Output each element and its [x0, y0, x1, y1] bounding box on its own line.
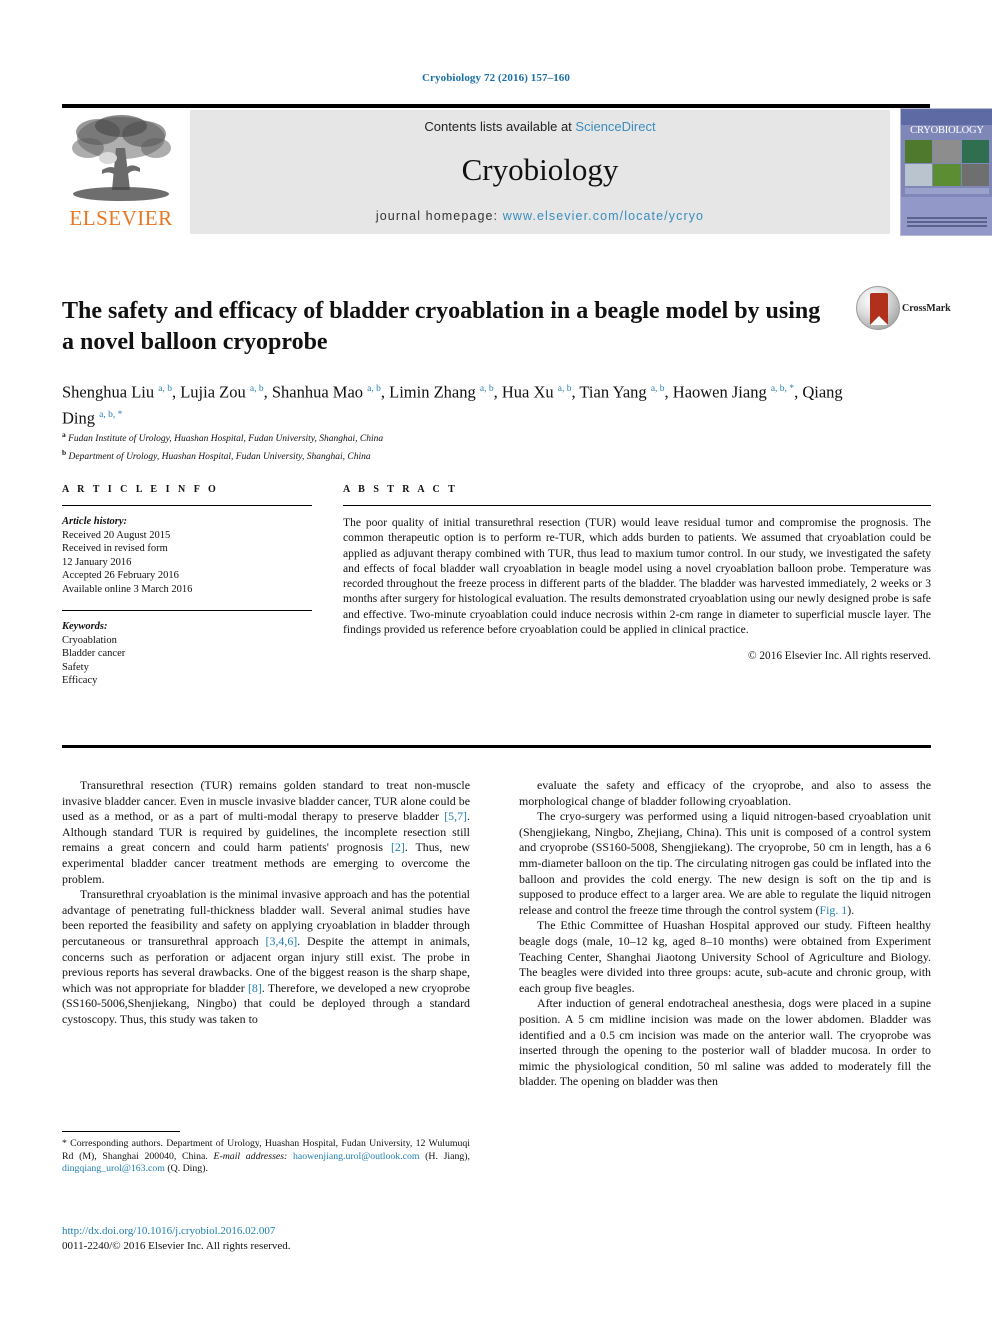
abstract-text: The poor quality of initial transurethra…: [343, 516, 931, 637]
crossmark-badge[interactable]: CrossMark: [856, 286, 951, 332]
article-info-rule: [62, 505, 312, 506]
cover-lower-panel: [901, 197, 992, 235]
cover-strip: [905, 188, 989, 194]
cover-cell: [961, 163, 989, 186]
issn-copyright-line: 0011-2240/© 2016 Elsevier Inc. All right…: [62, 1239, 291, 1252]
doi-block: http://dx.doi.org/10.1016/j.cryobiol.201…: [62, 1224, 492, 1253]
elsevier-tree-icon: [72, 115, 171, 201]
footnote-rule: [62, 1131, 180, 1132]
paper-page: Cryobiology 72 (2016) 157–160 ELSEVIER C…: [0, 0, 992, 1323]
citation-ref[interactable]: [5,7]: [444, 809, 467, 823]
history-item: Available online 3 March 2016: [62, 583, 193, 595]
email-addresses-label: E-mail addresses:: [213, 1150, 288, 1162]
article-history-label: Article history:: [62, 516, 128, 527]
body-paragraph: evaluate the safety and efficacy of the …: [519, 778, 931, 808]
body-paragraph: Transurethral resection (TUR) remains go…: [62, 778, 470, 886]
body-column-left: Transurethral resection (TUR) remains go…: [62, 778, 470, 1028]
body-paragraph: The Ethic Committee of Huashan Hospital …: [519, 918, 931, 995]
contents-band: Contents lists available at ScienceDirec…: [190, 110, 890, 234]
history-item: Received 20 August 2015: [62, 529, 171, 541]
masthead-top-rule: [62, 104, 930, 108]
affiliation-marker: b: [62, 448, 67, 458]
cover-cell: [933, 163, 961, 186]
crossmark-label: CrossMark: [902, 303, 951, 314]
article-history: Article history: Received 20 August 2015…: [62, 515, 312, 596]
body-paragraph: Transurethral cryoablation is the minima…: [62, 887, 470, 1026]
journal-title: Cryobiology: [461, 152, 619, 187]
abstract-copyright: © 2016 Elsevier Inc. All rights reserved…: [747, 650, 931, 663]
abstract-heading: A B S T R A C T: [343, 484, 458, 495]
cover-top-bar: [901, 109, 992, 125]
email-link-2[interactable]: dingqiang_urol@163.com: [62, 1163, 165, 1174]
citation-ref[interactable]: [8]: [248, 981, 262, 995]
cover-image-grid: [905, 140, 989, 186]
keywords-label: Keywords:: [62, 621, 108, 632]
affiliation-list: a Fudan Institute of Urology, Huashan Ho…: [62, 428, 762, 464]
contents-prefix: Contents lists available at: [424, 119, 576, 134]
keyword-item: Bladder cancer: [62, 648, 126, 659]
keywords-rule: [62, 610, 312, 611]
footnote-block: * Corresponding authors. Department of U…: [62, 1138, 470, 1176]
cover-cell: [905, 140, 933, 163]
journal-homepage-line: journal homepage: www.elsevier.com/locat…: [190, 209, 890, 223]
body-paragraph: The cryo-surgery was performed using a l…: [519, 809, 931, 917]
keywords-block: Keywords: Cryoablation Bladder cancer Sa…: [62, 620, 312, 688]
keyword-item: Safety: [62, 661, 89, 673]
article-info-column: A R T I C L E I N F O Article history: R…: [62, 484, 312, 688]
elsevier-logo: ELSEVIER: [62, 110, 180, 234]
history-item: Accepted 26 February 2016: [62, 570, 179, 581]
affiliation-item: b Department of Urology, Huashan Hospita…: [62, 446, 762, 464]
citation-ref[interactable]: [2]: [391, 840, 405, 854]
crossmark-book-icon: [870, 293, 888, 325]
elsevier-wordmark: ELSEVIER: [69, 206, 173, 230]
running-head: Cryobiology 72 (2016) 157–160: [421, 72, 571, 84]
homepage-prefix: journal homepage:: [375, 209, 503, 223]
affiliation-text: Fudan Institute of Urology, Huashan Hosp…: [68, 434, 384, 445]
history-item: Received in revised form: [62, 543, 168, 554]
abstract-rule: [343, 505, 931, 506]
article-info-heading: A R T I C L E I N F O: [62, 484, 219, 495]
abstract-column: A B S T R A C T The poor quality of init…: [343, 484, 931, 662]
cover-title-text: CRYOBIOLOGY: [910, 125, 984, 136]
email-owner-2: (Q. Ding).: [167, 1163, 208, 1175]
keyword-item: Efficacy: [62, 675, 98, 686]
body-column-right: evaluate the safety and efficacy of the …: [519, 778, 931, 1090]
journal-masthead: ELSEVIER Contents lists available at Sci…: [62, 104, 992, 236]
keyword-item: Cryoablation: [62, 634, 117, 646]
sciencedirect-link[interactable]: ScienceDirect: [575, 119, 655, 134]
journal-cover-thumbnail[interactable]: CRYOBIOLOGY: [900, 108, 992, 236]
affiliation-marker: a: [62, 430, 66, 439]
crossmark-circle-icon: [856, 286, 900, 330]
email-link-1[interactable]: haowenjiang.urol@outlook.com: [293, 1151, 420, 1162]
cover-footer-lines: [907, 217, 987, 229]
author-list: Shenghua Liu a, b, Lujia Zou a, b, Shanh…: [62, 382, 843, 428]
body-paragraph: After induction of general endotracheal …: [519, 996, 931, 1089]
cover-cell: [961, 140, 989, 163]
page-title: The safety and efficacy of bladder cryoa…: [62, 298, 821, 356]
history-item: 12 January 2016: [62, 556, 132, 568]
doi-link[interactable]: http://dx.doi.org/10.1016/j.cryobiol.201…: [62, 1224, 492, 1239]
journal-homepage-link[interactable]: www.elsevier.com/locate/ycryo: [503, 209, 704, 223]
figure-ref[interactable]: Fig. 1: [819, 903, 847, 917]
abstract-bottom-rule: [62, 745, 931, 748]
email-owner-1: (H. Jiang),: [425, 1150, 470, 1162]
affiliation-item: a Fudan Institute of Urology, Huashan Ho…: [62, 428, 762, 446]
affiliation-text: Department of Urology, Huashan Hospital,…: [68, 452, 371, 463]
citation-ref[interactable]: [3,4,6]: [266, 934, 298, 948]
contents-available-line: Contents lists available at ScienceDirec…: [190, 119, 890, 134]
cover-cell: [933, 140, 961, 163]
cover-cell: [905, 163, 933, 186]
